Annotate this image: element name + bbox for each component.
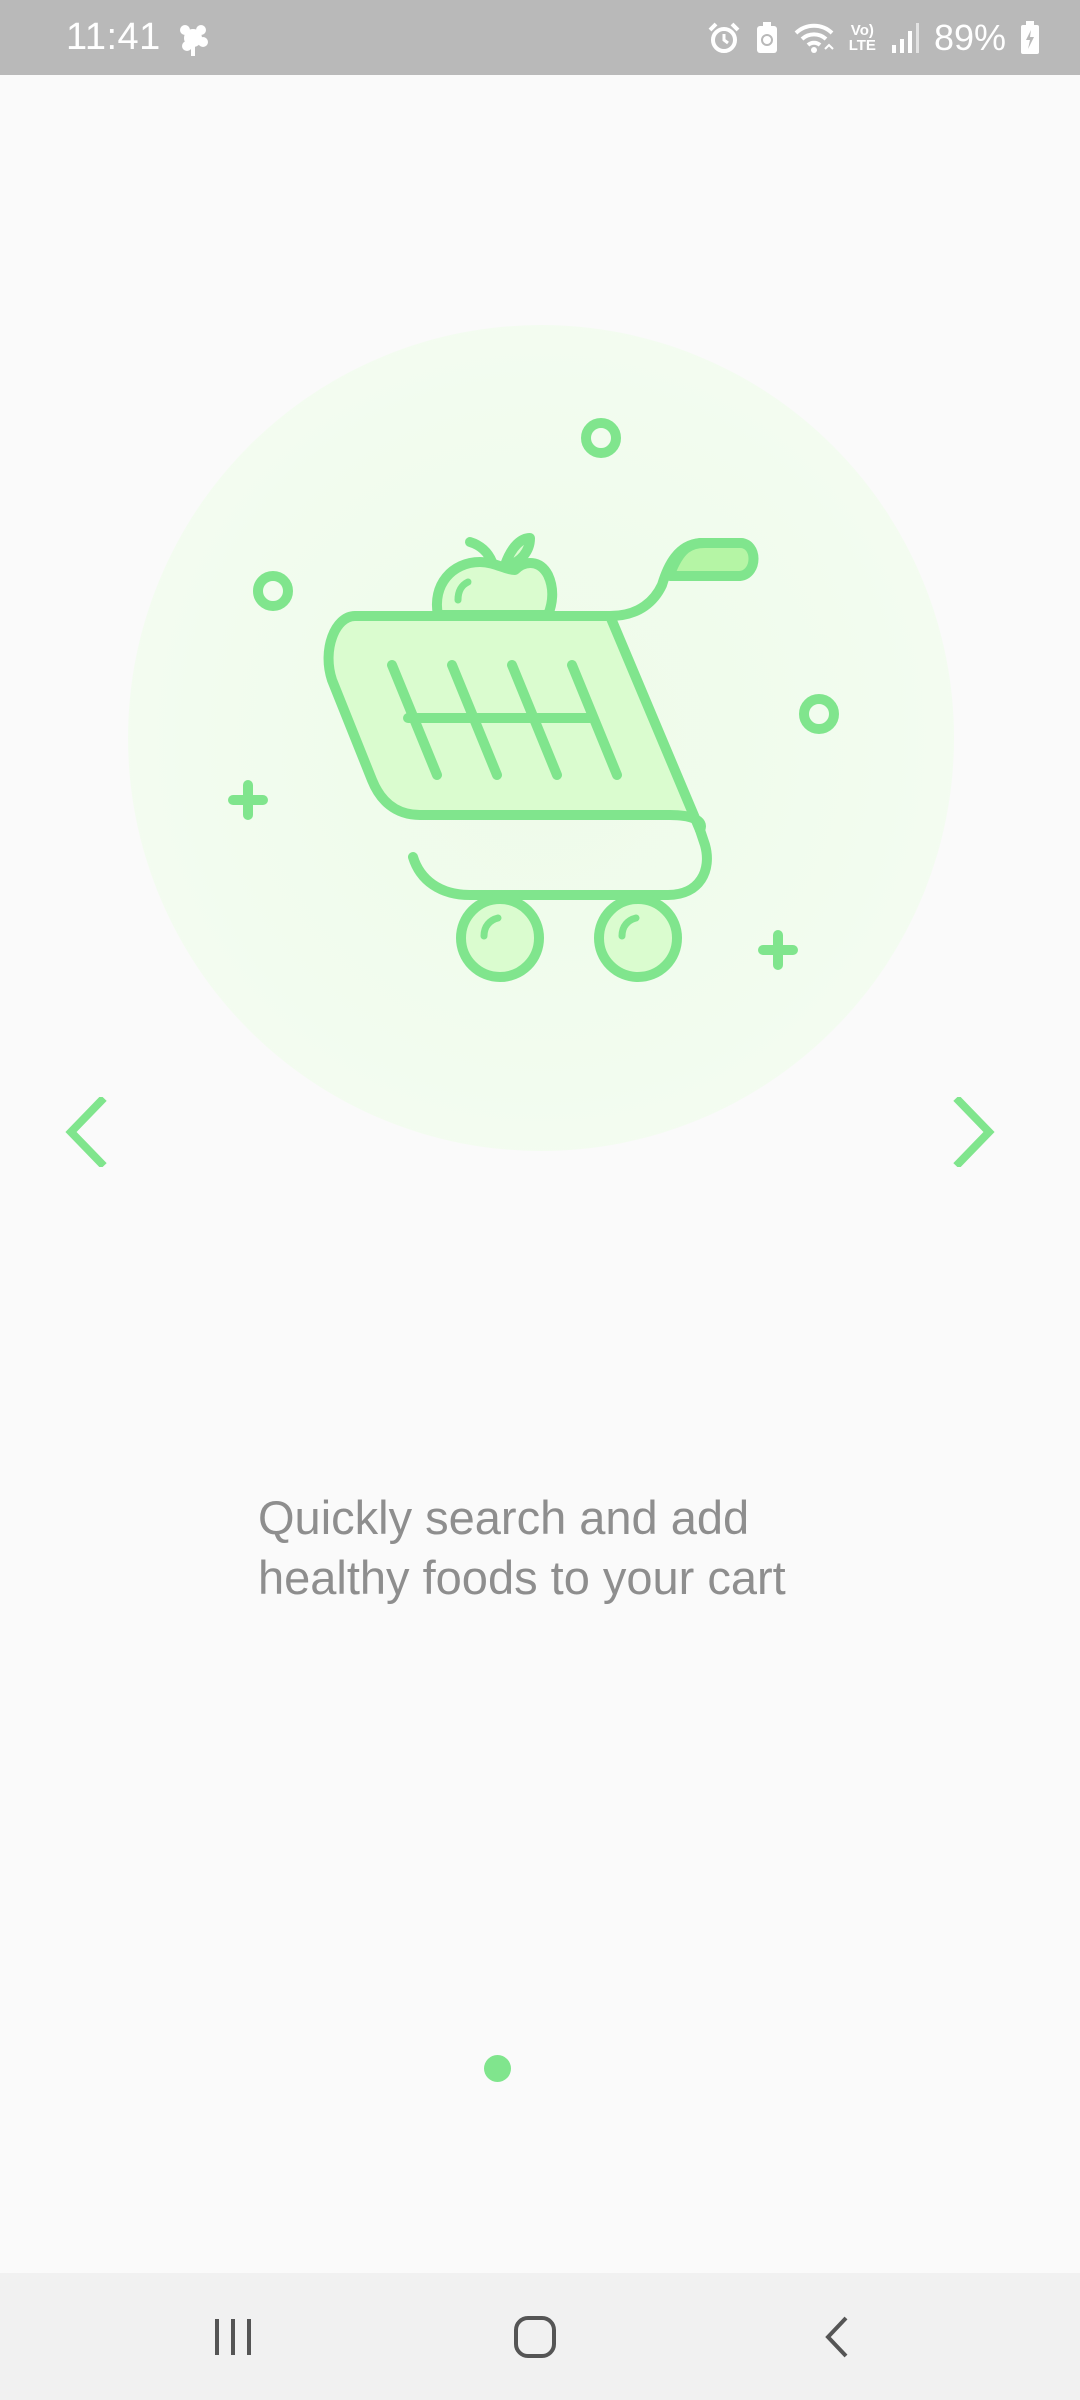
- chevron-left-icon: [65, 1097, 107, 1167]
- next-slide-button[interactable]: [944, 1092, 1004, 1172]
- previous-slide-button[interactable]: [56, 1092, 116, 1172]
- cart-wheel: [594, 894, 682, 982]
- shopping-cart-illustration: [228, 418, 839, 982]
- chevron-right-icon: [953, 1097, 995, 1167]
- onboarding-caption: Quickly search and add healthy foods to …: [258, 1488, 898, 1608]
- apple: [431, 557, 558, 620]
- recents-icon: [215, 2318, 251, 2355]
- home-button[interactable]: [455, 2273, 615, 2400]
- back-icon: [825, 2316, 848, 2357]
- decor-plus: [228, 780, 268, 820]
- caption-line-2: healthy foods to your cart: [258, 1551, 786, 1604]
- system-nav-bar: [0, 2273, 1080, 2400]
- cart-wheel: [456, 894, 544, 982]
- page-indicator-dot-active: [484, 2055, 511, 2082]
- decor-circle: [581, 418, 621, 458]
- decor-circle: [253, 571, 293, 611]
- caption-line-1: Quickly search and add: [258, 1491, 750, 1544]
- back-button[interactable]: [757, 2273, 917, 2400]
- decor-plus: [758, 930, 798, 970]
- home-icon: [514, 2315, 556, 2358]
- recents-button[interactable]: [153, 2273, 313, 2400]
- decor-circle: [799, 694, 839, 734]
